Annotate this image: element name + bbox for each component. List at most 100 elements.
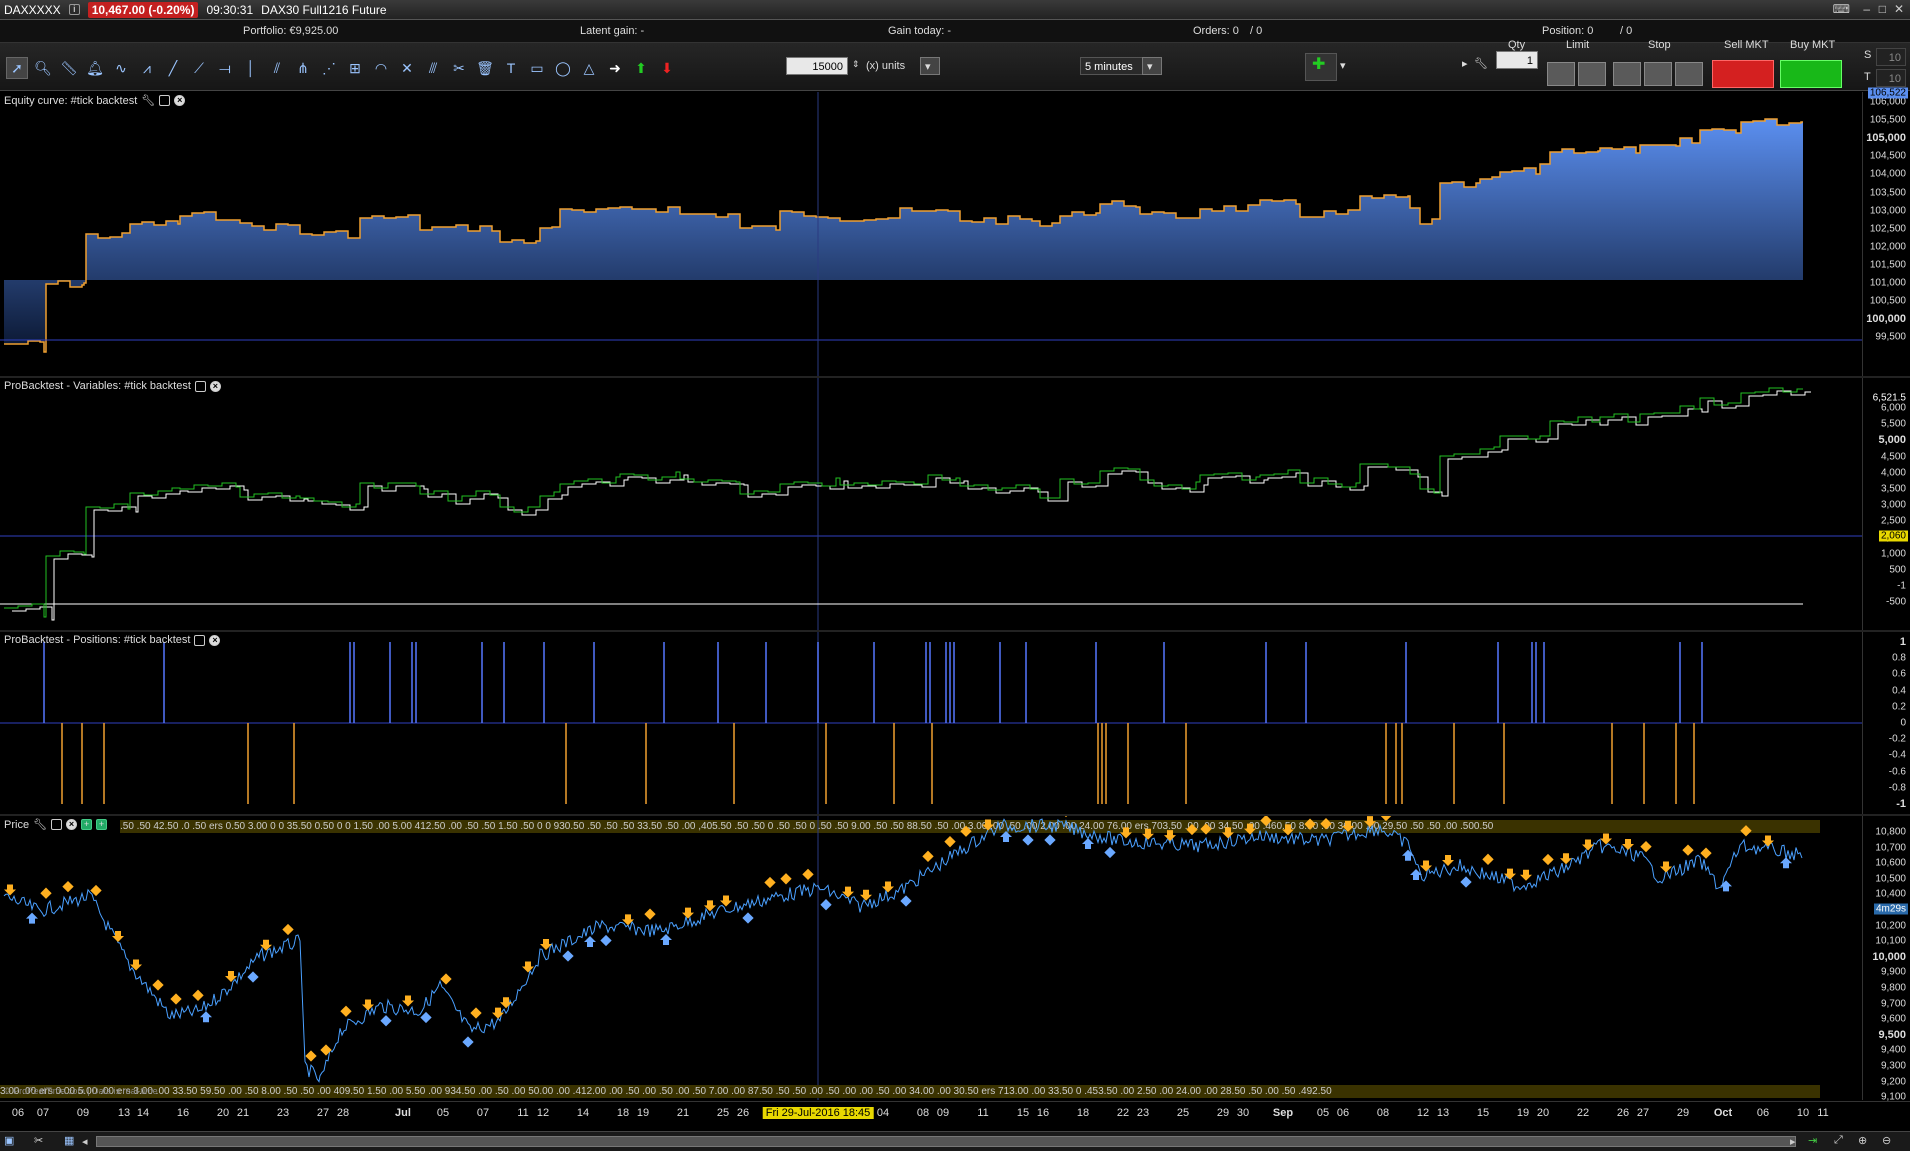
orders-total[interactable]: / 0	[1250, 25, 1262, 37]
units-input[interactable]: 15000	[786, 57, 848, 75]
date-tick: 11	[1817, 1107, 1829, 1119]
close-panel-icon[interactable]: ×	[66, 819, 78, 830]
positions-panel[interactable]: ProBacktest - Positions: #tick backtest …	[0, 632, 1910, 816]
ray-icon[interactable]: ⟋	[188, 57, 210, 79]
units-dropdown-icon[interactable]: ▾	[920, 57, 940, 75]
cross-icon[interactable]: ✕	[396, 57, 418, 79]
date-tick: 28	[336, 1107, 350, 1119]
s-input[interactable]: 10	[1876, 48, 1906, 66]
sell-market-button[interactable]	[1712, 60, 1774, 88]
close-panel-icon[interactable]: ×	[209, 380, 221, 392]
indicators-dropdown-icon[interactable]: ▾	[1340, 59, 1346, 72]
expand-order-icon[interactable]: ▸	[1462, 57, 1468, 70]
triangle-icon[interactable]: △	[578, 57, 600, 79]
ellipse-icon[interactable]: ◯	[552, 57, 574, 79]
scroll-thumb[interactable]	[96, 1136, 1796, 1147]
t-input[interactable]: 10	[1876, 69, 1906, 87]
regression-icon[interactable]: ⫻	[422, 57, 444, 79]
wrench-icon[interactable]: 🔧︎	[1474, 57, 1488, 70]
position-count[interactable]: Position: 0	[1542, 25, 1593, 37]
add-order-icon[interactable]: +	[96, 819, 108, 830]
sell-signal-marker	[440, 973, 452, 985]
maximize-panel-icon[interactable]	[159, 95, 171, 106]
keyboard-icon[interactable]: ⌨	[1833, 2, 1850, 16]
alert-bell-icon[interactable]: 🔔︎	[84, 57, 106, 79]
autoscroll-icon[interactable]: ⇥	[1808, 1134, 1817, 1147]
scroll-right-icon[interactable]: ▸	[1790, 1135, 1796, 1148]
channel-icon[interactable]: ⫽	[266, 57, 288, 79]
settings-icon[interactable]: 🔧︎	[33, 818, 47, 831]
axis-tick: 0.4	[1892, 685, 1906, 697]
arrow-down-icon[interactable]: ⬇	[656, 57, 678, 79]
text-icon[interactable]: T	[500, 57, 522, 79]
zoom-fit-icon[interactable]: ⤢	[1834, 1134, 1843, 1147]
close-panel-icon[interactable]: ×	[174, 95, 186, 106]
vertical-line-icon[interactable]: │	[240, 57, 262, 79]
pointer-icon[interactable]: ➚	[6, 57, 28, 79]
maximize-icon[interactable]: □	[1879, 2, 1886, 16]
arrow-right-icon[interactable]: ➜	[604, 57, 626, 79]
date-tick: 08	[1376, 1107, 1390, 1119]
pitchfork-icon[interactable]: ⋔	[292, 57, 314, 79]
rectangle-icon[interactable]: ▭	[526, 57, 548, 79]
info-icon[interactable]: i	[68, 4, 80, 15]
horizontal-line-icon[interactable]: ⟞	[214, 57, 236, 79]
fibonacci-icon[interactable]: ⊞	[344, 57, 366, 79]
zoom-out-icon[interactable]: ⊖	[1882, 1134, 1891, 1147]
fan-icon[interactable]: ⋰	[318, 57, 340, 79]
stop-sell-button[interactable]	[1644, 62, 1672, 86]
limit-buy-button[interactable]	[1547, 62, 1575, 86]
zoom-icon[interactable]: 🔍︎	[32, 57, 54, 79]
variable-line-white	[12, 390, 1811, 621]
maximize-panel-icon[interactable]	[194, 380, 206, 392]
units-stepper[interactable]: ⇕	[852, 59, 860, 70]
price-axis[interactable]: 10,80010,70010,60010,50010,40010,30010,2…	[1862, 816, 1910, 1103]
horizontal-scrollbar[interactable]: ▣ ✂ ▦ ◂ ▸ ⇥ ⤢ ⊕ ⊖	[0, 1131, 1910, 1151]
screenshot-icon[interactable]: ▣	[4, 1134, 14, 1147]
limit-sell-button[interactable]	[1578, 62, 1606, 86]
qty-input[interactable]: 1	[1496, 51, 1538, 69]
scissors-icon[interactable]: ✂	[34, 1134, 43, 1147]
date-tick: 04	[876, 1107, 890, 1119]
tools-icon[interactable]: ✂	[448, 57, 470, 79]
timeframe-dropdown-icon[interactable]: ▾	[1142, 57, 1162, 75]
maximize-panel-icon[interactable]	[51, 819, 63, 830]
variables-axis[interactable]: 6,000 5,500 5,000 4,500 4,000 3,500 3,000 2,500…	[1862, 378, 1910, 630]
close-panel-icon[interactable]: ×	[209, 634, 221, 646]
date-tick: 07	[476, 1107, 490, 1119]
wave-icon[interactable]: ∿	[110, 57, 132, 79]
maximize-panel-icon[interactable]	[194, 634, 206, 646]
axis-tick: 100,000	[1866, 313, 1906, 326]
indicators-icon[interactable]: ✚	[1305, 53, 1337, 81]
add-indicator-icon[interactable]: +	[81, 819, 93, 830]
price-panel[interactable]: Price 🔧︎ × + + .50 .50 42.50 .0 .50 ers …	[0, 816, 1910, 1103]
date-axis[interactable]: 06 07 09 13 14 16 20 21 23 27 28 Jul 05 07 11 12 14 18 19 2…	[0, 1101, 1910, 1123]
stop-extra-button[interactable]	[1675, 62, 1703, 86]
zoom-in-icon[interactable]: ⊕	[1858, 1134, 1867, 1147]
axis-tick: 10,000	[1872, 950, 1906, 963]
trendline-icon[interactable]: ╱	[162, 57, 184, 79]
table-icon[interactable]: ▦	[64, 1134, 74, 1147]
position-total[interactable]: / 0	[1620, 25, 1632, 37]
price-chart	[3, 816, 1803, 1100]
positions-axis[interactable]: 1 0.8 0.6 0.4 0.2 0 -0.2 -0.4 -0.6 -0.8 -1	[1862, 632, 1910, 814]
settings-icon[interactable]: 🔧︎	[141, 94, 155, 107]
sell-arrow-marker	[492, 1007, 504, 1019]
trash-icon[interactable]: 🗑︎	[474, 57, 496, 79]
ruler-icon[interactable]: 📏︎	[58, 57, 80, 79]
instrument-name[interactable]: DAXXXXX	[4, 3, 61, 17]
minimize-icon[interactable]: –	[1863, 2, 1870, 16]
variables-panel[interactable]: ProBacktest - Variables: #tick backtest …	[0, 378, 1910, 632]
buy-signal-marker	[247, 971, 259, 983]
arrow-up-icon[interactable]: ⬆	[630, 57, 652, 79]
orders-count[interactable]: Orders: 0	[1193, 25, 1239, 37]
buy-market-button[interactable]	[1780, 60, 1842, 88]
equity-curve-panel[interactable]: Equity curve: #tick backtest 🔧︎ × 106,00…	[0, 87, 1910, 378]
scroll-left-icon[interactable]: ◂	[82, 1135, 88, 1148]
close-window-icon[interactable]: ✕	[1894, 2, 1904, 16]
stop-buy-button[interactable]	[1613, 62, 1641, 86]
arc-icon[interactable]: ◠	[370, 57, 392, 79]
zigzag-icon[interactable]: ⩘	[136, 57, 158, 79]
positions-chart	[0, 632, 1862, 814]
equity-price-axis[interactable]: 106,000 105,500 105,000 104,500 104,000 103,5…	[1862, 87, 1910, 376]
